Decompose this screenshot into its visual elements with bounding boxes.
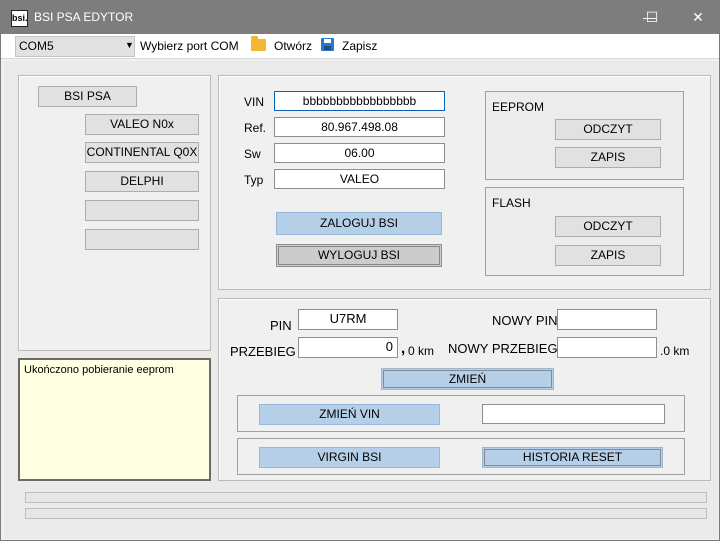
eeprom-read-button[interactable]: ODCZYT [555,119,661,140]
save-button[interactable]: Zapisz [342,39,377,53]
pin-label: PIN [270,318,292,333]
progress-bar-2 [25,508,707,519]
client-area: BSI PSA VALEO N0x CONTINENTAL Q0X DELPHI… [4,61,718,539]
com-port-value: COM5 [19,39,54,53]
bsi-edit-panel: PIN U7RM NOWY PIN PRZEBIEG 0 , 0 km NOWY… [218,298,711,481]
folder-icon[interactable] [251,36,266,51]
mileage-field[interactable]: 0 [298,337,398,358]
change-button[interactable]: ZMIEŃ [381,368,554,390]
bsi-psa-button[interactable]: BSI PSA [38,86,137,107]
flash-read-button[interactable]: ODCZYT [555,216,661,237]
flash-group: FLASH ODCZYT ZAPIS [485,187,684,276]
eeprom-group: EEPROM ODCZYT ZAPIS [485,91,684,180]
mileage-label: PRZEBIEG [230,344,296,359]
save-icon[interactable] [321,38,334,51]
empty-button-2[interactable] [85,229,199,250]
login-bsi-button[interactable]: ZALOGUJ BSI [276,212,442,235]
typ-label: Typ [244,173,264,187]
new-pin-label: NOWY PIN [492,313,558,328]
open-button[interactable]: Otwórz [274,39,312,53]
ref-label: Ref. [244,121,267,135]
eeprom-write-button[interactable]: ZAPIS [555,147,661,168]
virgin-bsi-button[interactable]: VIRGIN BSI [259,447,440,468]
continental-button[interactable]: CONTINENTAL Q0X [85,142,199,163]
mileage-separator: , [401,340,406,357]
new-mileage-suffix: .0 km [660,344,690,358]
com-port-label: Wybierz port COM [140,39,239,53]
close-button[interactable]: ✕ [675,1,720,34]
flash-title: FLASH [492,196,531,210]
log-box: Ukończono pobieranie eeprom [18,358,211,481]
vin-label: VIN [244,95,265,109]
typ-field[interactable]: VALEO [274,169,445,189]
app-icon: bsi. [11,10,28,27]
app-window: bsi. BSI PSA EDYTOR — ☐ ✕ COM5 ▼ Wybierz… [0,0,720,541]
com-port-select[interactable]: COM5 [15,36,135,57]
title-bar: bsi. BSI PSA EDYTOR — ☐ ✕ [1,1,719,34]
sw-field[interactable]: 06.00 [274,143,445,163]
bsi-info-panel: VIN bbbbbbbbbbbbbbbbb Ref. 80.967.498.08… [218,75,711,290]
change-vin-group: ZMIEŃ VIN [237,395,685,432]
logout-bsi-button[interactable]: WYLOGUJ BSI [276,244,442,267]
window-title: BSI PSA EDYTOR [34,10,134,24]
new-pin-field[interactable] [557,309,657,330]
progress-bar-1 [25,492,707,503]
virgin-group: VIRGIN BSI HISTORIA RESET [237,438,685,475]
vin-field[interactable]: bbbbbbbbbbbbbbbbb [274,91,445,111]
toolbar: COM5 ▼ Wybierz port COM Otwórz Zapisz [1,34,719,59]
maximize-button[interactable]: ☐ [629,1,675,34]
new-vin-field[interactable] [482,404,665,424]
valeo-button[interactable]: VALEO N0x [85,114,199,135]
delphi-button[interactable]: DELPHI [85,171,199,192]
history-reset-button[interactable]: HISTORIA RESET [482,447,663,468]
flash-write-button[interactable]: ZAPIS [555,245,661,266]
new-mileage-field[interactable] [557,337,657,358]
empty-button-1[interactable] [85,200,199,221]
pin-field[interactable]: U7RM [298,309,398,330]
chevron-down-icon[interactable]: ▼ [125,40,134,50]
bsi-type-panel: BSI PSA VALEO N0x CONTINENTAL Q0X DELPHI [18,75,211,351]
new-mileage-label: NOWY PRZEBIEG [448,341,558,356]
eeprom-title: EEPROM [492,100,545,114]
ref-field[interactable]: 80.967.498.08 [274,117,445,137]
change-vin-button[interactable]: ZMIEŃ VIN [259,404,440,425]
sw-label: Sw [244,147,261,161]
mileage-suffix: 0 km [408,344,435,358]
